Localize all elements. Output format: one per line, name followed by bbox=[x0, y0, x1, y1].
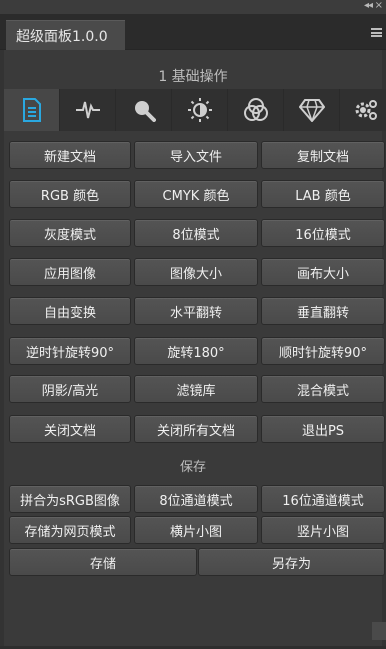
grayscale-mode-button[interactable]: 灰度模式 bbox=[9, 219, 131, 247]
diamond-icon[interactable] bbox=[284, 89, 340, 131]
category-icon-bar bbox=[4, 89, 386, 131]
image-size-button[interactable]: 图像大小 bbox=[134, 258, 258, 286]
16bit-channel-mode-button[interactable]: 16位通道模式 bbox=[261, 485, 385, 513]
new-document-button[interactable]: 新建文档 bbox=[9, 141, 131, 169]
search-icon[interactable] bbox=[116, 89, 172, 131]
close-all-documents-button[interactable]: 关闭所有文档 bbox=[134, 415, 258, 443]
rgb-color-button[interactable]: RGB 颜色 bbox=[9, 180, 131, 208]
rotate-ccw-90-button[interactable]: 逆时针旋转90° bbox=[9, 337, 131, 365]
settings-icon[interactable] bbox=[340, 89, 386, 131]
flip-vertical-button[interactable]: 垂直翻转 bbox=[261, 297, 385, 325]
flatten-srgb-button[interactable]: 拼合为sRGB图像 bbox=[9, 485, 131, 513]
panel-tab-bar: 超级面板1.0.0 bbox=[0, 14, 386, 50]
8bit-mode-button[interactable]: 8位模式 bbox=[134, 219, 258, 247]
resize-handle[interactable] bbox=[372, 622, 386, 640]
rotate-cw-90-button[interactable]: 顺时针旋转90° bbox=[261, 337, 385, 365]
landscape-thumbnail-button[interactable]: 横片小图 bbox=[134, 516, 258, 544]
close-panel-icon[interactable]: × bbox=[375, 0, 383, 12]
tab-label: 超级面板1.0.0 bbox=[16, 29, 108, 45]
save-as-button[interactable]: 另存为 bbox=[198, 548, 385, 576]
canvas-size-button[interactable]: 画布大小 bbox=[261, 258, 385, 286]
apply-image-button[interactable]: 应用图像 bbox=[9, 258, 131, 286]
import-file-button[interactable]: 导入文件 bbox=[134, 141, 258, 169]
filter-gallery-button[interactable]: 滤镜库 bbox=[134, 375, 258, 403]
rotate-180-button[interactable]: 旋转180° bbox=[134, 337, 258, 365]
panel-menu-icon[interactable] bbox=[371, 28, 382, 37]
shadow-highlight-button[interactable]: 阴影/高光 bbox=[9, 375, 131, 403]
16bit-mode-button[interactable]: 16位模式 bbox=[261, 219, 385, 247]
flip-horizontal-button[interactable]: 水平翻转 bbox=[134, 297, 258, 325]
brightness-icon[interactable] bbox=[172, 89, 228, 131]
close-document-button[interactable]: 关闭文档 bbox=[9, 415, 131, 443]
save-for-web-button[interactable]: 存储为网页模式 bbox=[9, 516, 131, 544]
duplicate-document-button[interactable]: 复制文档 bbox=[261, 141, 385, 169]
save-button[interactable]: 存储 bbox=[9, 548, 197, 576]
portrait-thumbnail-button[interactable]: 竖片小图 bbox=[261, 516, 385, 544]
8bit-channel-mode-button[interactable]: 8位通道模式 bbox=[134, 485, 258, 513]
waveform-icon[interactable] bbox=[60, 89, 116, 131]
color-circles-icon[interactable] bbox=[228, 89, 284, 131]
lab-color-button[interactable]: LAB 颜色 bbox=[261, 180, 385, 208]
cmyk-color-button[interactable]: CMYK 颜色 bbox=[134, 180, 258, 208]
document-icon[interactable] bbox=[4, 89, 60, 131]
blend-mode-button[interactable]: 混合模式 bbox=[261, 375, 385, 403]
panel-top-strip: ◂◂ × bbox=[0, 0, 386, 14]
quit-ps-button[interactable]: 退出PS bbox=[261, 415, 385, 443]
save-section-title: 保存 bbox=[179, 460, 206, 475]
collapse-panel-icon[interactable]: ◂◂ bbox=[364, 0, 373, 12]
tab-super-panel[interactable]: 超级面板1.0.0 bbox=[6, 20, 125, 50]
panel-title: 1 基础操作 bbox=[158, 69, 228, 85]
free-transform-button[interactable]: 自由变换 bbox=[9, 297, 131, 325]
